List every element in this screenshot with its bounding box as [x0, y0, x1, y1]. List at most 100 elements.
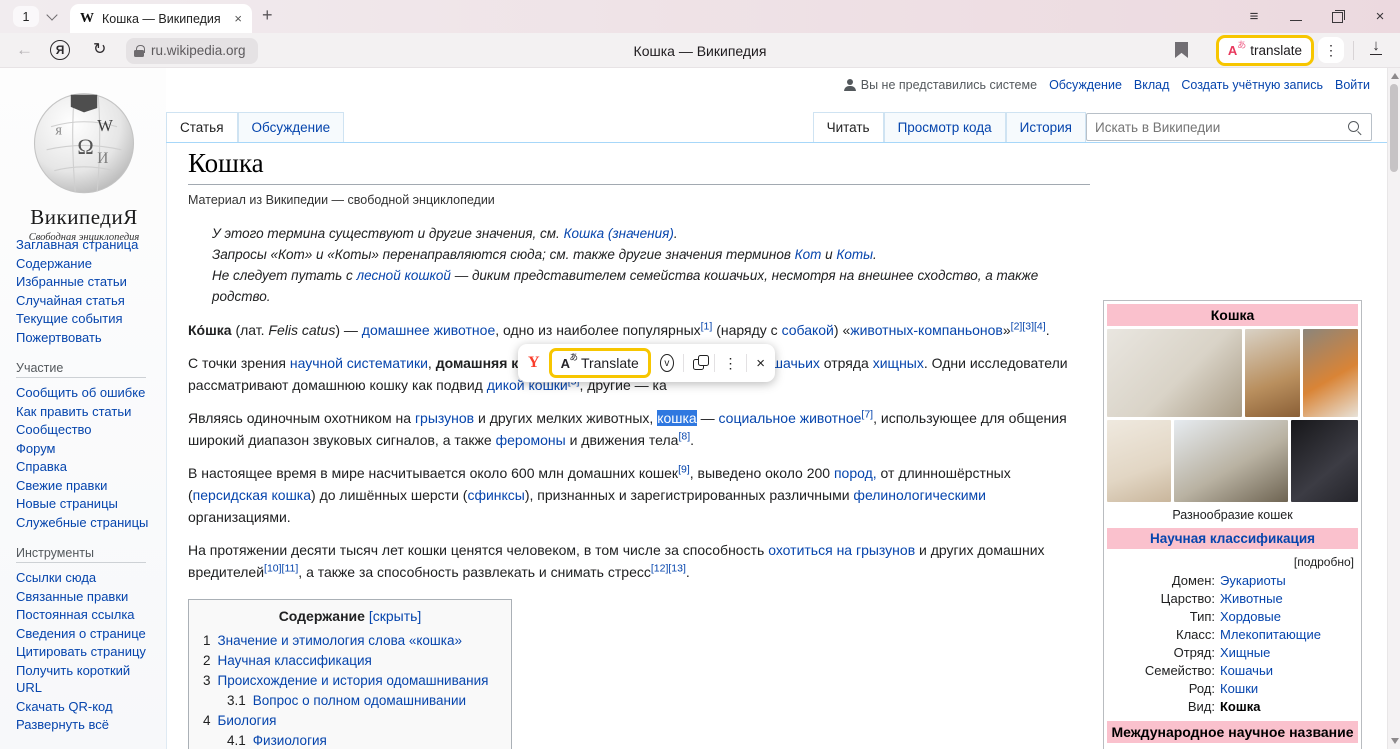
sidebar-item[interactable]: Пожертвовать	[16, 329, 156, 347]
download-icon[interactable]: ↓	[1368, 39, 1384, 55]
search-input[interactable]	[1095, 114, 1340, 140]
back-icon[interactable]: ←	[16, 40, 33, 60]
tabs-chevron-down-icon[interactable]	[48, 11, 57, 20]
sidebar-item[interactable]: Содержание	[16, 255, 156, 273]
toc-item[interactable]: 4.1Физиология	[203, 731, 497, 749]
view-tab[interactable]: Просмотр кода	[884, 112, 1006, 142]
yandex-icon[interactable]: Я	[50, 40, 70, 60]
toc-item[interactable]: 4Биология	[203, 711, 497, 731]
personal-link-create-account[interactable]: Создать учётную запись	[1181, 78, 1323, 92]
wiki-link[interactable]: [7]	[861, 408, 873, 420]
search-icon[interactable]	[1348, 121, 1362, 135]
taxonomy-value[interactable]: Эукариоты	[1220, 573, 1354, 588]
wiki-link[interactable]: Кошка (значения)	[564, 226, 674, 241]
wiki-link[interactable]: [2][3][4]	[1011, 320, 1046, 332]
wiki-link[interactable]: социальное животное	[719, 410, 862, 426]
toc-hide-link[interactable]: [скрыть]	[369, 608, 421, 624]
personal-link-talk[interactable]: Обсуждение	[1049, 78, 1122, 92]
bookmark-icon[interactable]	[1175, 42, 1188, 58]
wikipedia-globe-logo[interactable]: Ω W И я ВикипедиЯ Свободная энциклопедия	[26, 86, 142, 243]
toc-item[interactable]: 3Происхождение и история одомашнивания	[203, 671, 497, 691]
refresh-icon[interactable]: ↻	[93, 39, 106, 59]
view-tab[interactable]: Читать	[813, 112, 884, 142]
sidebar-item[interactable]: Служебные страницы	[16, 514, 156, 532]
url-chip[interactable]: ru.wikipedia.org	[126, 38, 258, 64]
sidebar-item[interactable]: Текущие события	[16, 310, 156, 328]
browser-tab[interactable]: W Кошка — Википедия ×	[70, 4, 252, 33]
taxonomy-value[interactable]: Кошки	[1220, 681, 1354, 696]
wiki-link[interactable]: [9]	[678, 463, 690, 475]
menu-icon[interactable]: ≡	[1246, 9, 1262, 25]
wiki-link[interactable]: [1]	[701, 320, 713, 332]
sidebar-item[interactable]: Развернуть всё	[16, 716, 156, 734]
taxonomy-value[interactable]: Кошачьи	[1220, 663, 1354, 678]
toolbar-more-icon[interactable]: ⋮	[1318, 37, 1344, 63]
namespace-tab[interactable]: Статья	[166, 112, 238, 142]
view-tab[interactable]: История	[1006, 112, 1086, 142]
sidebar-item[interactable]: Сообщить об ошибке	[16, 384, 156, 402]
wiki-search-box[interactable]	[1086, 113, 1372, 141]
wiki-link[interactable]: фелинологическими	[853, 487, 986, 503]
wiki-link[interactable]: собакой	[782, 322, 834, 338]
toc-item[interactable]: 1Значение и этимология слова «кошка»	[203, 631, 497, 651]
personal-link-login[interactable]: Войти	[1335, 78, 1370, 92]
sidebar-item[interactable]: Избранные статьи	[16, 273, 156, 291]
taxonomy-value[interactable]: Млекопитающие	[1220, 627, 1354, 642]
wiki-link[interactable]: лесной кошкой	[357, 268, 451, 283]
sidebar-item[interactable]: Сведения о странице	[16, 625, 156, 643]
copy-icon[interactable]	[693, 355, 705, 371]
sidebar-item[interactable]: Ссылки сюда	[16, 569, 156, 587]
wiki-link[interactable]: Кот	[795, 247, 822, 262]
close-window-icon[interactable]: ×	[1372, 9, 1388, 25]
wiki-link[interactable]: хищных	[873, 355, 924, 371]
wiki-link[interactable]: Коты	[836, 247, 873, 262]
taxonomy-value[interactable]: Хордовые	[1220, 609, 1354, 624]
sidebar-item[interactable]: Новые страницы	[16, 495, 156, 513]
wiki-link[interactable]: персидская кошка	[193, 487, 311, 503]
sidebar-item[interactable]: Как править статьи	[16, 403, 156, 421]
wiki-link[interactable]: пород,	[834, 465, 877, 481]
wiki-link[interactable]: научной систематики	[290, 355, 428, 371]
wiki-link[interactable]: грызунов	[415, 410, 474, 426]
sidebar-item[interactable]: Заглавная страница	[16, 236, 156, 254]
sidebar-item[interactable]: Форум	[16, 440, 156, 458]
sidebar-item[interactable]: Случайная статья	[16, 292, 156, 310]
taxonomy-value[interactable]: Животные	[1220, 591, 1354, 606]
popup-translate-button[interactable]: Aあ Translate	[549, 348, 651, 378]
wiki-link[interactable]: [10][11]	[264, 562, 298, 574]
yandex-logo-icon[interactable]: Y	[528, 354, 540, 372]
cat-photo-6[interactable]	[1291, 420, 1358, 502]
wiki-link[interactable]: охотиться на грызунов	[768, 542, 915, 558]
scrollbar-thumb[interactable]	[1390, 84, 1398, 172]
toc-item[interactable]: 3.1Вопрос о полном одомашнивании	[203, 691, 497, 711]
minimize-icon[interactable]	[1288, 9, 1304, 25]
tab-close-icon[interactable]: ×	[234, 11, 242, 26]
toc-item[interactable]: 2Научная классификация	[203, 651, 497, 671]
circle-v-icon[interactable]: v	[660, 354, 674, 372]
sidebar-item[interactable]: Цитировать страницу	[16, 643, 156, 661]
page-scrollbar[interactable]	[1387, 68, 1400, 749]
wiki-link[interactable]: животных-компаньонов	[850, 322, 1003, 338]
tab-count-button[interactable]: 1	[13, 6, 39, 27]
sidebar-item[interactable]: Связанные правки	[16, 588, 156, 606]
sidebar-item[interactable]: Скачать QR-код	[16, 698, 156, 716]
cat-photo-1[interactable]	[1107, 329, 1242, 417]
scroll-up-icon[interactable]	[1391, 73, 1399, 79]
taxonomy-value[interactable]: Хищные	[1220, 645, 1354, 660]
namespace-tab[interactable]: Обсуждение	[238, 112, 345, 142]
new-tab-button[interactable]: +	[262, 5, 273, 26]
wiki-link[interactable]: [8]	[678, 430, 690, 442]
sidebar-item[interactable]: Свежие правки	[16, 477, 156, 495]
sidebar-item[interactable]: Справка	[16, 458, 156, 476]
cat-photo-4[interactable]	[1107, 420, 1171, 502]
restore-icon[interactable]	[1330, 9, 1346, 25]
sidebar-item[interactable]: Постоянная ссылка	[16, 606, 156, 624]
wiki-link[interactable]: сфинксы	[467, 487, 524, 503]
scroll-down-icon[interactable]	[1391, 738, 1399, 744]
wiki-link[interactable]: феромоны	[496, 432, 566, 448]
cat-photo-3[interactable]	[1303, 329, 1358, 417]
details-link[interactable]: [подробно]	[1107, 552, 1358, 573]
sidebar-item[interactable]: Получить короткий URL	[16, 662, 156, 697]
cat-photo-5[interactable]	[1174, 420, 1288, 502]
wiki-link[interactable]: домашнее животное	[362, 322, 495, 338]
